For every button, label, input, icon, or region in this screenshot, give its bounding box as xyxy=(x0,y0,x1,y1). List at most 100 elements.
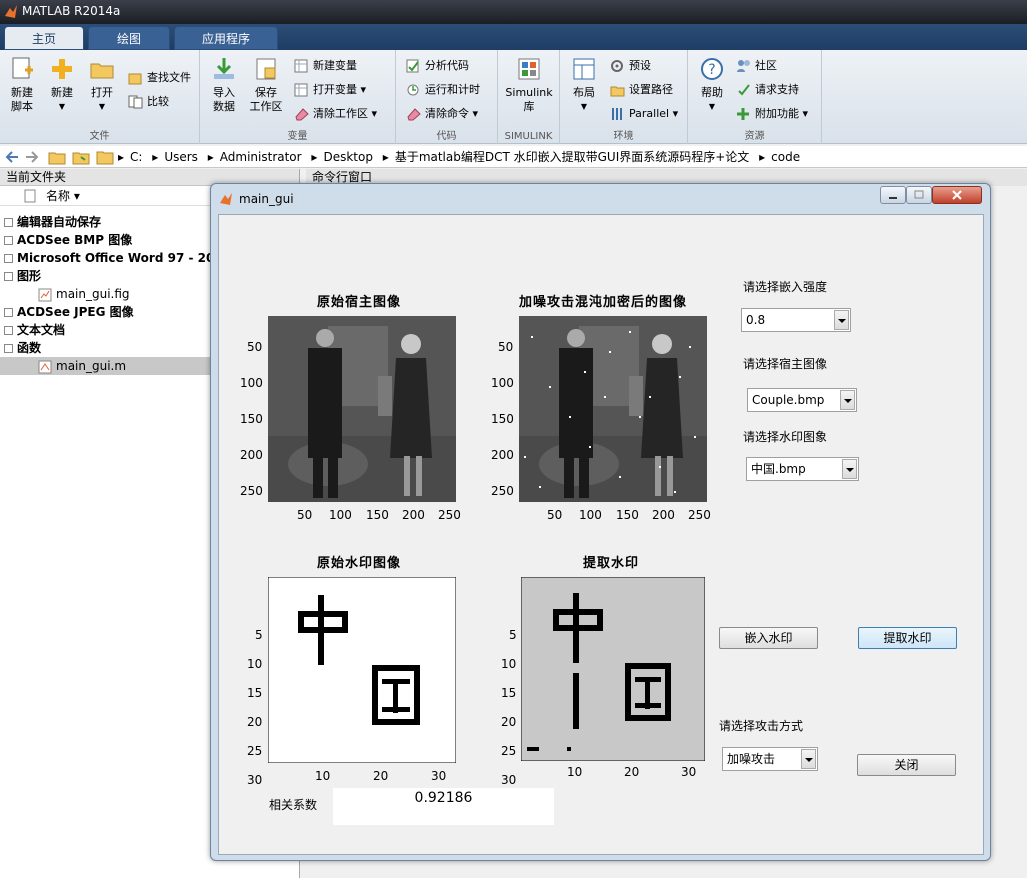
watermark-image-label: 请选择水印图象 xyxy=(743,430,828,444)
collapse-icon[interactable] xyxy=(4,344,13,353)
chevron-down-icon[interactable] xyxy=(842,459,857,479)
open-variable-button[interactable]: 打开变量 ▾ xyxy=(294,80,366,100)
new-variable-icon xyxy=(294,59,308,73)
parallel-button[interactable]: Parallel ▾ xyxy=(610,104,678,124)
axis-tick: 200 xyxy=(240,448,263,462)
breadcrumb-item[interactable]: Desktop xyxy=(323,150,373,164)
strength-dropdown[interactable]: 0.8 xyxy=(741,308,851,332)
tab-apps[interactable]: 应用程序 xyxy=(174,26,278,50)
plus-icon xyxy=(52,59,72,79)
axis-tick: 20 xyxy=(247,715,263,729)
axis-tick: 30 xyxy=(501,773,517,787)
collapse-icon[interactable] xyxy=(4,272,13,281)
breadcrumb-item[interactable]: 基于matlab编程DCT 水印嵌入提取带GUI界面系统源码程序+论文 xyxy=(395,150,750,164)
find-files-label: 查找文件 xyxy=(147,71,191,84)
minimize-button[interactable] xyxy=(880,186,906,204)
clear-workspace-button[interactable]: 清除工作区 ▾ xyxy=(294,104,377,124)
new-script-icon xyxy=(12,57,33,79)
file-icon xyxy=(24,189,36,203)
run-and-time-button[interactable]: 运行和计时 xyxy=(406,80,480,100)
maximize-icon xyxy=(914,190,924,199)
original-watermark-image xyxy=(268,577,456,763)
extracted-watermark-image xyxy=(521,577,705,761)
attack-dropdown[interactable]: 加噪攻击 xyxy=(722,747,818,771)
compare-button[interactable]: 比较 xyxy=(128,92,169,112)
figure-title: main_gui xyxy=(239,192,294,206)
find-files-icon xyxy=(128,73,142,85)
strength-label: 请选择嵌入强度 xyxy=(743,280,828,294)
app-title: MATLAB R2014a xyxy=(22,4,121,18)
clear-commands-button[interactable]: 清除命令 ▾ xyxy=(406,104,478,124)
forward-arrow-icon[interactable] xyxy=(24,150,40,164)
new-script-button[interactable]: 新建 脚本 xyxy=(2,56,42,114)
axis-tick: 250 xyxy=(491,484,514,498)
breadcrumb-item[interactable]: Administrator xyxy=(220,150,302,164)
import-data-button[interactable]: 导入 数据 xyxy=(204,56,244,114)
request-support-button[interactable]: 请求支持 xyxy=(736,80,799,100)
ribbon-group-resources-label: 资源 xyxy=(744,131,765,142)
watermark-image-dropdown[interactable]: 中国.bmp xyxy=(746,457,859,481)
community-button[interactable]: 社区 xyxy=(736,56,777,76)
new-script-label: 新建 脚本 xyxy=(11,86,33,113)
expand-icon[interactable] xyxy=(4,236,13,245)
set-path-button[interactable]: 设置路径 xyxy=(610,80,673,100)
minimize-icon xyxy=(889,197,897,199)
axis-tick: 150 xyxy=(491,412,514,426)
eraser-icon xyxy=(295,108,309,121)
breadcrumb-item[interactable]: C: xyxy=(130,150,142,164)
analyze-code-button[interactable]: 分析代码 xyxy=(406,56,469,76)
new-label: 新建 xyxy=(51,86,73,99)
axis-tick: 50 xyxy=(247,340,263,354)
expand-icon[interactable] xyxy=(4,254,13,263)
expand-icon[interactable] xyxy=(4,218,13,227)
browse-folder-icon[interactable] xyxy=(72,149,90,165)
svg-text:?: ? xyxy=(708,62,715,78)
m-file-icon xyxy=(38,360,52,373)
preferences-button[interactable]: 预设 xyxy=(610,56,651,76)
add-ons-button[interactable]: 附加功能 ▾ xyxy=(736,104,808,124)
layout-button[interactable]: 布局 ▼ xyxy=(564,56,604,114)
axes1-title: 原始宿主图像 xyxy=(316,295,401,310)
help-button[interactable]: ? 帮助 ▼ xyxy=(692,56,732,114)
ribbon-group-code-label: 代码 xyxy=(436,131,457,142)
maximize-button[interactable] xyxy=(906,186,932,204)
expand-icon[interactable] xyxy=(4,308,13,317)
chevron-down-icon[interactable] xyxy=(834,310,849,330)
back-arrow-icon[interactable] xyxy=(4,150,20,164)
axis-tick: 5 xyxy=(509,628,517,642)
find-files-button[interactable]: 查找文件 xyxy=(128,68,191,88)
breadcrumb-item[interactable]: code xyxy=(771,150,800,164)
simulink-library-button[interactable]: Simulink 库 xyxy=(504,56,554,114)
layout-label: 布局 xyxy=(573,86,595,99)
save-workspace-button[interactable]: 保存 工作区 xyxy=(246,56,286,114)
embed-watermark-button[interactable]: 嵌入水印 xyxy=(719,627,818,649)
close-window-button[interactable] xyxy=(932,186,982,204)
axis-tick: 10 xyxy=(567,765,583,779)
breadcrumb-item[interactable]: Users xyxy=(164,150,198,164)
axis-tick: 250 xyxy=(438,508,461,522)
community-icon xyxy=(737,60,750,72)
expand-icon[interactable] xyxy=(4,326,13,335)
axis-tick: 150 xyxy=(240,412,263,426)
community-label: 社区 xyxy=(755,59,777,72)
tab-home[interactable]: 主页 xyxy=(4,26,84,50)
extract-watermark-button[interactable]: 提取水印 xyxy=(858,627,957,649)
chevron-down-icon[interactable] xyxy=(840,390,855,410)
window-controls xyxy=(880,186,984,204)
clear-commands-label: 清除命令 xyxy=(425,107,469,120)
chevron-down-icon[interactable] xyxy=(801,749,816,769)
up-folder-icon[interactable] xyxy=(48,149,66,165)
ribbon-group-simulink: Simulink 库 SIMULINK xyxy=(498,50,560,144)
axis-tick: 20 xyxy=(373,769,389,783)
close-button[interactable]: 关闭 xyxy=(857,754,956,776)
open-button[interactable]: 打开 ▼ xyxy=(82,56,122,114)
host-image-dropdown[interactable]: Couple.bmp xyxy=(747,388,857,412)
axis-tick: 250 xyxy=(688,508,711,522)
axis-tick: 5 xyxy=(255,628,263,642)
new-variable-label: 新建变量 xyxy=(313,59,357,72)
new-variable-button[interactable]: 新建变量 xyxy=(294,56,357,76)
ribbon-group-environment-label: 环境 xyxy=(613,131,634,142)
new-button[interactable]: 新建 ▼ xyxy=(42,56,82,114)
tab-plots[interactable]: 绘图 xyxy=(88,26,170,50)
axis-tick: 30 xyxy=(681,765,697,779)
